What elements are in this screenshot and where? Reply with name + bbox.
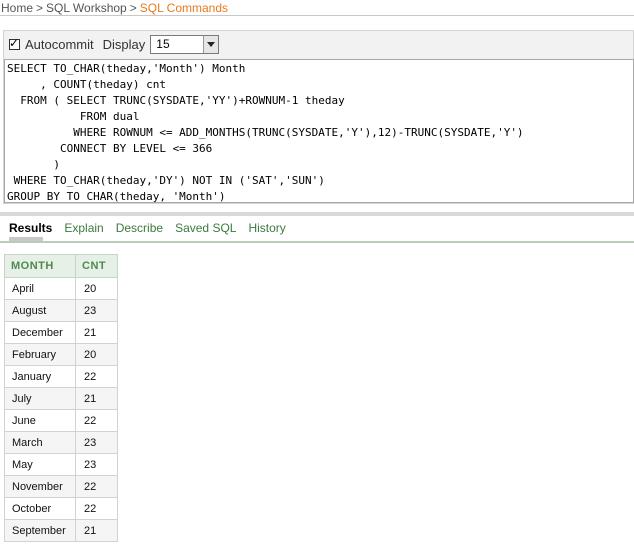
tabs-underline [0, 241, 634, 243]
chevron-down-icon[interactable] [203, 35, 219, 53]
results-header-row: MONTH CNT [4, 254, 118, 278]
cnt-cell: 23 [75, 453, 118, 476]
breadcrumb-current-page: SQL Commands [139, 1, 229, 15]
month-cell: September [4, 519, 76, 542]
table-row: February 20 [4, 343, 118, 366]
tab-results[interactable]: Results [9, 221, 52, 235]
display-rows-value: 15 [156, 36, 170, 51]
cnt-cell: 20 [75, 343, 118, 366]
display-label: Display [102, 36, 146, 52]
table-row: October 22 [4, 497, 118, 520]
cnt-cell: 22 [75, 497, 118, 520]
table-row: September 21 [4, 519, 118, 542]
month-cell: February [4, 343, 76, 366]
cnt-cell: 22 [75, 409, 118, 432]
header-divider [0, 15, 634, 16]
table-row: January 22 [4, 365, 118, 388]
sql-query-text[interactable]: SELECT TO_CHAR(theday,'Month') Month , C… [5, 60, 633, 202]
results-table: MONTH CNT April 20 August 23 December 21 Fe… [4, 254, 118, 542]
breadcrumb-home-link[interactable]: Home [1, 1, 33, 15]
month-cell: August [4, 299, 76, 322]
table-row: July 21 [4, 387, 118, 410]
month-cell: May [4, 453, 76, 476]
breadcrumb-separator: > [129, 1, 137, 15]
month-cell: December [4, 321, 76, 344]
result-tabs: Results Explain Describe Saved SQL Histo… [9, 219, 298, 237]
table-row: April 20 [4, 277, 118, 300]
month-cell: April [4, 277, 76, 300]
tab-saved-sql[interactable]: Saved SQL [175, 221, 236, 235]
cnt-cell: 23 [75, 299, 118, 322]
breadcrumb-separator: > [36, 1, 44, 15]
cnt-cell: 22 [75, 475, 118, 498]
month-cell: January [4, 365, 76, 388]
tab-describe[interactable]: Describe [116, 221, 163, 235]
column-header-cnt: CNT [75, 254, 118, 278]
cnt-cell: 20 [75, 277, 118, 300]
table-row: August 23 [4, 299, 118, 322]
column-header-month: MONTH [4, 254, 76, 278]
tab-explain[interactable]: Explain [64, 221, 103, 235]
month-cell: March [4, 431, 76, 454]
table-row: November 22 [4, 475, 118, 498]
month-cell: July [4, 387, 76, 410]
cnt-cell: 21 [75, 387, 118, 410]
display-rows-select[interactable]: 15 [150, 34, 220, 54]
table-row: June 22 [4, 409, 118, 432]
cnt-cell: 21 [75, 519, 118, 542]
autocommit-label[interactable]: Autocommit [25, 37, 94, 52]
breadcrumb: Home > SQL Workshop > SQL Commands [1, 0, 228, 16]
autocommit-checkbox[interactable] [9, 36, 20, 50]
table-row: March 23 [4, 431, 118, 454]
table-row: December 21 [4, 321, 118, 344]
month-cell: November [4, 475, 76, 498]
month-cell: October [4, 497, 76, 520]
cnt-cell: 23 [75, 431, 118, 454]
command-toolbar: Autocommit Display 15 [9, 34, 220, 54]
tab-history[interactable]: History [248, 221, 285, 235]
table-row: May 23 [4, 453, 118, 476]
month-cell: June [4, 409, 76, 432]
sql-editor[interactable]: SELECT TO_CHAR(theday,'Month') Month , C… [4, 59, 634, 203]
cnt-cell: 21 [75, 321, 118, 344]
cnt-cell: 22 [75, 365, 118, 388]
results-section-divider [0, 212, 634, 216]
breadcrumb-sql-workshop-link[interactable]: SQL Workshop [46, 1, 127, 15]
